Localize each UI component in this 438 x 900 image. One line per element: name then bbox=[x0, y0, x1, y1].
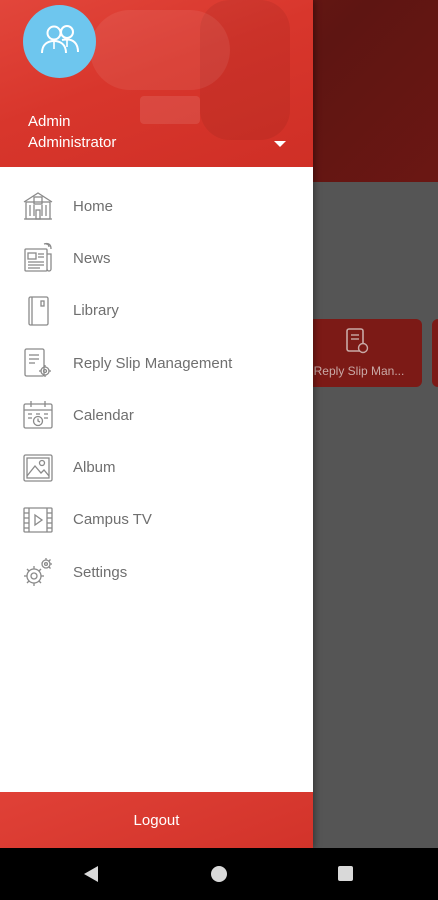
reply-slip-icon bbox=[344, 327, 370, 355]
background-tile-label: Reply Slip Man... bbox=[313, 364, 405, 378]
background-tile-next bbox=[432, 319, 438, 387]
school-building-icon bbox=[21, 189, 55, 223]
menu-item-album[interactable]: Album bbox=[0, 441, 313, 493]
news-icon bbox=[21, 241, 55, 275]
book-icon bbox=[21, 294, 55, 328]
menu-label: Album bbox=[73, 459, 116, 477]
menu-item-calendar[interactable]: Calendar bbox=[0, 389, 313, 441]
drawer-header: Admin Administrator bbox=[0, 0, 313, 167]
header-photo-highlight bbox=[90, 10, 230, 90]
gear-icon bbox=[21, 555, 55, 589]
account-dropdown-arrow-icon[interactable] bbox=[274, 141, 286, 147]
menu-item-home[interactable]: Home bbox=[0, 180, 313, 232]
menu-label: Settings bbox=[73, 563, 128, 581]
navigation-drawer: Admin Administrator Home News Library Re… bbox=[0, 0, 313, 848]
drawer-menu: Home News Library Reply Slip Management … bbox=[0, 180, 313, 598]
album-icon bbox=[21, 451, 55, 485]
recent-apps-icon[interactable] bbox=[338, 866, 353, 881]
menu-label: Home bbox=[73, 197, 114, 215]
header-photo-element bbox=[140, 96, 200, 124]
menu-label: Library bbox=[73, 302, 119, 320]
menu-item-reply-slip-management[interactable]: Reply Slip Management bbox=[0, 337, 313, 389]
menu-item-library[interactable]: Library bbox=[0, 285, 313, 337]
users-icon bbox=[38, 21, 82, 62]
menu-label: News bbox=[73, 249, 111, 267]
calendar-icon bbox=[21, 398, 55, 432]
menu-item-settings[interactable]: Settings bbox=[0, 546, 313, 598]
reply-slip-icon bbox=[21, 346, 55, 380]
user-role: Administrator bbox=[28, 134, 117, 151]
user-name: Admin bbox=[28, 113, 71, 130]
back-icon[interactable] bbox=[84, 866, 98, 882]
logout-button[interactable]: Logout bbox=[0, 792, 313, 848]
menu-item-campus-tv[interactable]: Campus TV bbox=[0, 494, 313, 546]
logout-label: Logout bbox=[133, 811, 180, 829]
menu-label: Campus TV bbox=[73, 511, 152, 529]
campus-tv-icon bbox=[21, 503, 55, 537]
avatar[interactable] bbox=[23, 5, 96, 78]
home-circle-icon[interactable] bbox=[211, 866, 227, 882]
menu-item-news[interactable]: News bbox=[0, 232, 313, 284]
menu-label: Calendar bbox=[73, 406, 134, 424]
menu-label: Reply Slip Management bbox=[73, 354, 233, 372]
